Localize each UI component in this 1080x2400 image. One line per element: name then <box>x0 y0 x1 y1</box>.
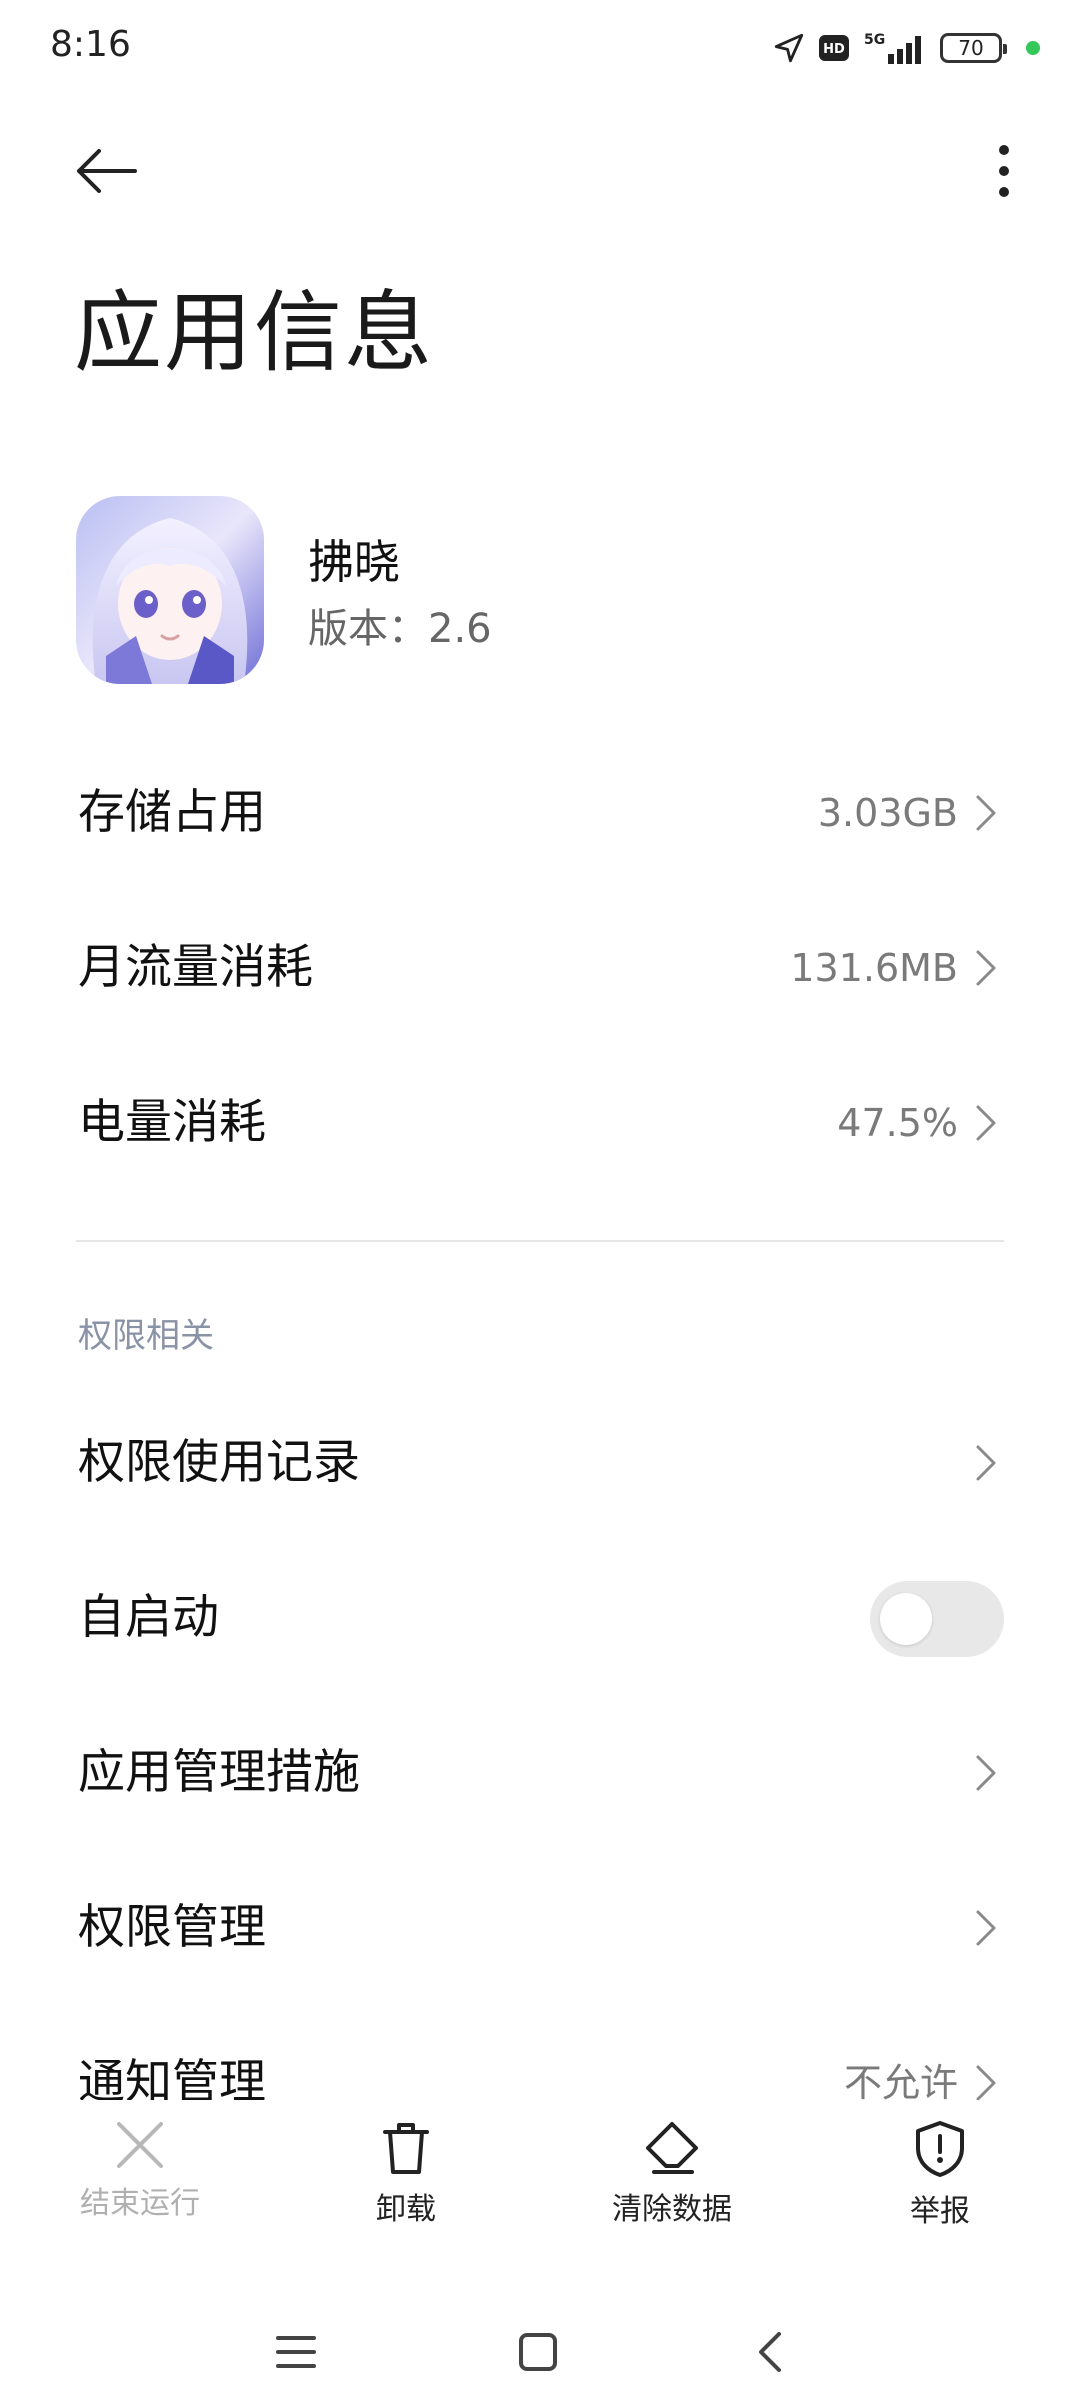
page-title: 应用信息 <box>74 281 435 384</box>
permission-usage-record-row[interactable]: 权限使用记录 <box>0 1388 1080 1538</box>
app-name: 拂晓 <box>308 535 400 589</box>
status-time: 8:16 <box>50 24 131 65</box>
force-stop-button[interactable]: 结束运行 <box>40 2100 240 2250</box>
svg-text:5G: 5G <box>864 32 885 48</box>
battery-usage-value: 47.5% <box>837 1101 958 1145</box>
svg-text:HD: HD <box>823 42 845 57</box>
storage-label: 存储占用 <box>78 785 266 840</box>
clear-data-button[interactable]: 清除数据 <box>572 2100 772 2250</box>
force-stop-label: 结束运行 <box>80 2186 200 2221</box>
autostart-row: 自启动 <box>0 1543 1080 1693</box>
bottom-action-bar: 结束运行 卸载 清除数据 举报 <box>0 2100 1080 2250</box>
system-navigation-bar <box>0 2300 1080 2400</box>
chevron-right-icon <box>976 795 996 831</box>
permission-usage-record-label: 权限使用记录 <box>78 1435 360 1490</box>
5g-signal-icon: 5G <box>864 32 921 64</box>
home-button[interactable] <box>508 2322 568 2382</box>
storage-row[interactable]: 存储占用 3.03GB <box>0 738 1080 888</box>
autostart-label: 自启动 <box>78 1590 219 1645</box>
autostart-toggle[interactable] <box>870 1581 1004 1657</box>
app-management-row[interactable]: 应用管理措施 <box>0 1698 1080 1848</box>
status-bar: 8:16 HD 5G 70 <box>0 0 1080 96</box>
arrow-left-icon <box>77 149 137 193</box>
storage-value: 3.03GB <box>817 791 958 835</box>
permission-management-row[interactable]: 权限管理 <box>0 1853 1080 2003</box>
shield-alert-icon <box>916 2121 964 2177</box>
divider <box>76 1240 1004 1242</box>
section-header-permissions: 权限相关 <box>78 1316 214 1356</box>
chevron-right-icon <box>976 1755 996 1791</box>
app-icon <box>76 496 264 684</box>
app-version: 版本：2.6 <box>308 606 492 652</box>
square-icon <box>519 2333 557 2371</box>
menu-icon <box>276 2336 316 2368</box>
traffic-label: 月流量消耗 <box>78 940 313 995</box>
chevron-right-icon <box>976 950 996 986</box>
indicator-dot <box>1026 41 1040 55</box>
toggle-knob <box>880 1593 932 1645</box>
back-button[interactable] <box>66 136 146 206</box>
more-vertical-icon <box>999 145 1009 197</box>
report-button[interactable]: 举报 <box>840 2100 1040 2250</box>
trash-icon <box>383 2123 429 2174</box>
battery-level: 70 <box>958 36 984 60</box>
recents-button[interactable] <box>266 2322 326 2382</box>
uninstall-label: 卸载 <box>376 2192 436 2227</box>
top-app-bar <box>0 120 1080 220</box>
chevron-right-icon <box>976 1910 996 1946</box>
battery-icon: 70 <box>940 33 1007 63</box>
traffic-value: 131.6MB <box>790 946 958 990</box>
battery-usage-row[interactable]: 电量消耗 47.5% <box>0 1048 1080 1198</box>
chevron-right-icon <box>976 1105 996 1141</box>
permission-management-label: 权限管理 <box>78 1900 266 1955</box>
report-label: 举报 <box>910 2194 970 2229</box>
location-icon <box>774 33 804 63</box>
more-options-button[interactable] <box>974 136 1034 206</box>
app-header: 拂晓 版本：2.6 <box>76 496 1006 686</box>
chevron-right-icon <box>976 2065 996 2101</box>
traffic-row[interactable]: 月流量消耗 131.6MB <box>0 893 1080 1043</box>
hd-icon: HD <box>819 35 849 61</box>
status-icons: HD 5G 70 <box>772 28 1040 68</box>
app-management-label: 应用管理措施 <box>78 1745 360 1800</box>
close-icon <box>117 2122 163 2168</box>
chevron-right-icon <box>976 1445 996 1481</box>
chevron-left-icon <box>759 2332 781 2372</box>
back-nav-button[interactable] <box>740 2322 800 2382</box>
clear-data-label: 清除数据 <box>612 2192 732 2227</box>
uninstall-button[interactable]: 卸载 <box>306 2100 506 2250</box>
battery-usage-label: 电量消耗 <box>78 1095 266 1150</box>
eraser-icon <box>646 2122 698 2174</box>
